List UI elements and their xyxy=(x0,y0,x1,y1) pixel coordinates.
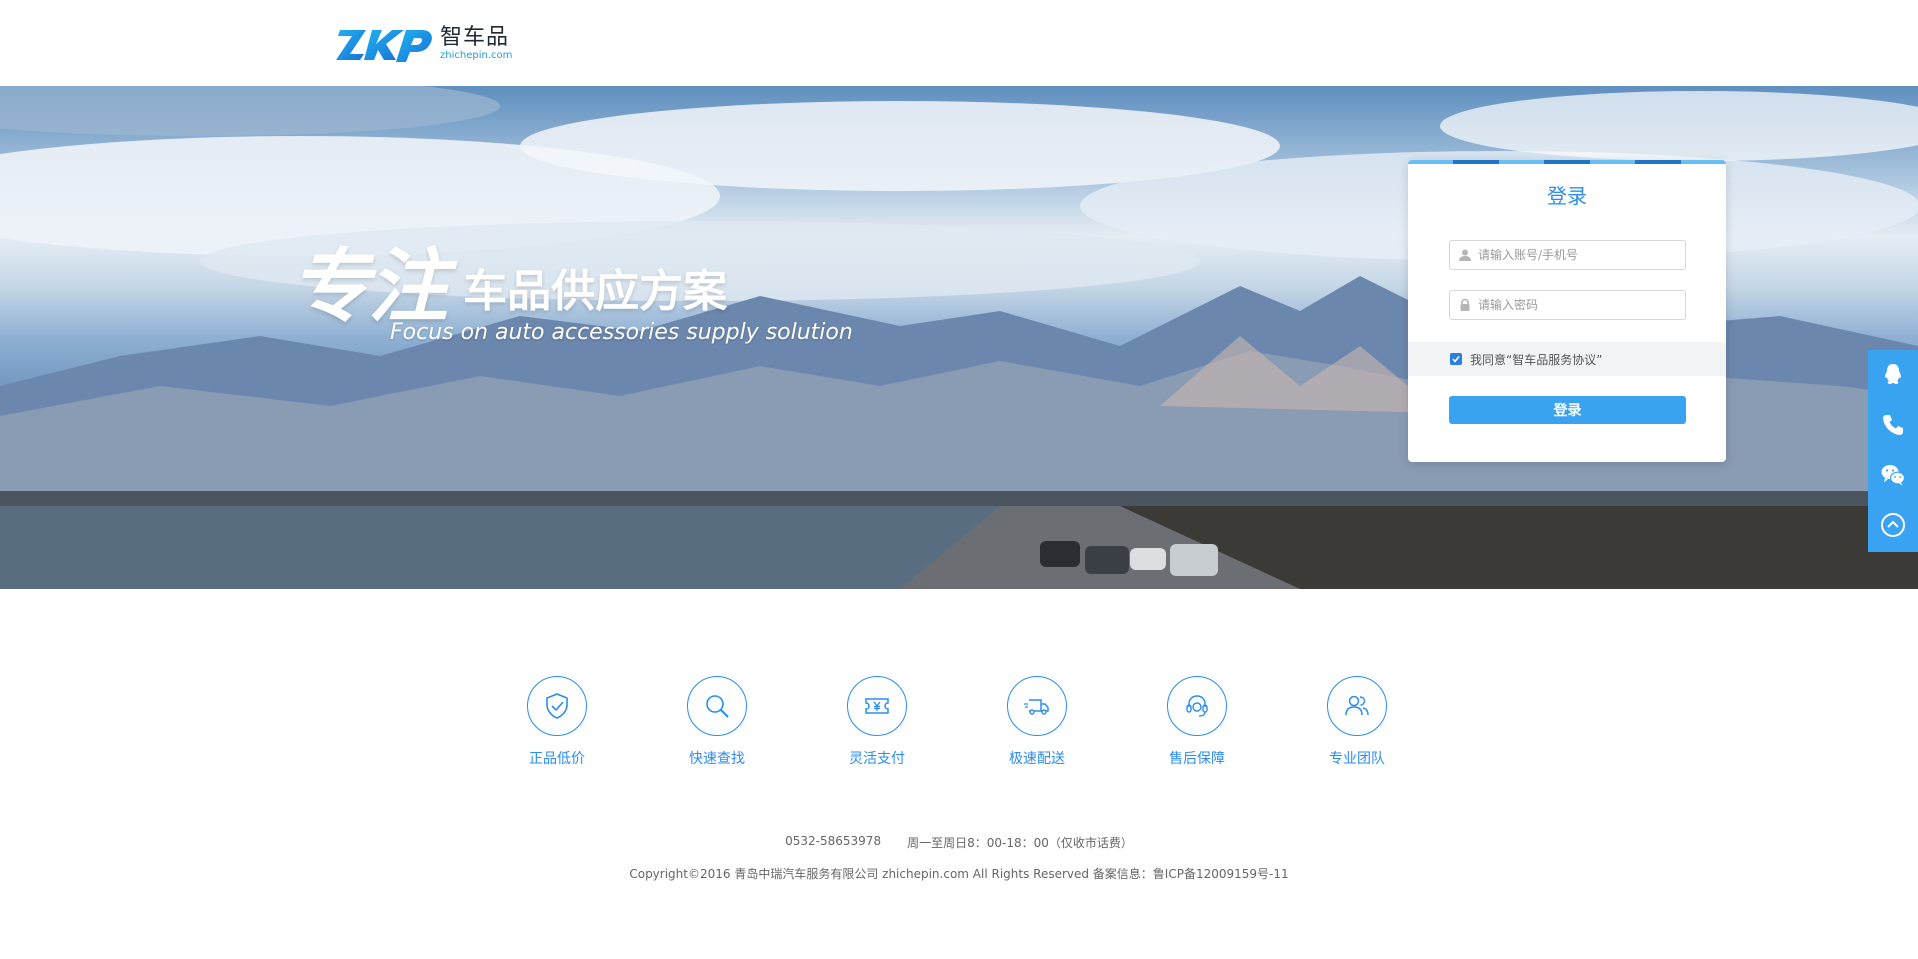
slogan-english: Focus on auto accessories supply solutio… xyxy=(390,320,853,345)
banner-slogan: 专注 车品供应方案 Focus on auto accessories supp… xyxy=(290,222,853,345)
team-icon xyxy=(1345,695,1369,716)
footer-phone: 0532-58653978 xyxy=(785,834,882,848)
account-field[interactable] xyxy=(1449,240,1686,270)
lock-icon xyxy=(1460,298,1470,311)
feature-icon-circle xyxy=(1007,676,1067,736)
feature-label: 灵活支付 xyxy=(849,751,905,767)
login-panel: 登录 我同意“智车品服务协议” 登录 xyxy=(1408,160,1726,462)
footer-hours: 周一至周日8：00-18：00（仅收市话费） xyxy=(907,836,1133,850)
yuan-ticket-icon xyxy=(865,698,889,714)
feature-label: 快速查找 xyxy=(689,751,745,767)
qq-button[interactable] xyxy=(1868,350,1918,400)
feature-icon-circle xyxy=(1327,676,1387,736)
login-button[interactable]: 登录 xyxy=(1449,396,1686,424)
feature-icon-circle xyxy=(1167,676,1227,736)
account-input[interactable] xyxy=(1478,248,1678,262)
feature-icon-circle xyxy=(847,676,907,736)
phone-button[interactable] xyxy=(1868,400,1918,450)
check-icon xyxy=(1452,356,1460,363)
logo-domain: zhichepin.com xyxy=(440,50,513,61)
feature-label: 售后保障 xyxy=(1169,751,1225,767)
shield-check-icon xyxy=(546,693,568,719)
agreement-text[interactable]: 我同意“智车品服务协议” xyxy=(1470,351,1602,368)
agree-checkbox[interactable] xyxy=(1450,353,1462,365)
feature-item: 极速配送 xyxy=(977,676,1097,768)
slogan-subtitle: 车品供应方案 xyxy=(463,266,728,317)
login-accent-bar xyxy=(1408,160,1726,164)
zkp-logo-icon xyxy=(336,30,432,62)
agreement-row: 我同意“智车品服务协议” xyxy=(1408,342,1726,376)
qq-icon xyxy=(1885,364,1901,384)
logo-brand-name: 智车品 xyxy=(440,25,510,50)
feature-item: 灵活支付 xyxy=(817,676,937,768)
password-input[interactable] xyxy=(1478,298,1678,312)
delivery-truck-icon xyxy=(1024,699,1049,715)
phone-icon xyxy=(1883,415,1903,435)
feature-item: 快速查找 xyxy=(657,676,777,768)
feature-label: 极速配送 xyxy=(1009,751,1065,767)
hero-banner: 专注 车品供应方案 Focus on auto accessories supp… xyxy=(0,86,1918,589)
feature-icon-circle xyxy=(687,676,747,736)
back-to-top-icon xyxy=(1881,513,1905,537)
headset-icon xyxy=(1186,695,1208,717)
user-icon xyxy=(1459,249,1471,261)
logo[interactable]: 智车品 zhichepin.com xyxy=(336,22,512,66)
back-to-top-button[interactable] xyxy=(1868,500,1918,550)
wechat-icon xyxy=(1881,465,1906,486)
floating-contact-bar xyxy=(1868,350,1918,552)
feature-icon-circle xyxy=(527,676,587,736)
footer-copyright: Copyright©2016 青岛中瑞汽车服务有限公司 zhichepin.co… xyxy=(629,867,1289,881)
feature-list: 正品低价 快速查找 灵活支付 极速配送 售后保障 专业团队 xyxy=(0,676,1918,768)
feature-label: 正品低价 xyxy=(529,751,585,767)
password-field[interactable] xyxy=(1449,290,1686,320)
header: 智车品 zhichepin.com xyxy=(0,0,1918,86)
search-icon xyxy=(706,695,729,718)
footer: 0532-58653978 周一至周日8：00-18：00（仅收市话费） Cop… xyxy=(0,834,1918,882)
feature-item: 售后保障 xyxy=(1137,676,1257,768)
feature-item: 专业团队 xyxy=(1297,676,1417,768)
wechat-button[interactable] xyxy=(1868,450,1918,500)
login-title: 登录 xyxy=(1547,184,1587,208)
feature-item: 正品低价 xyxy=(497,676,617,768)
feature-label: 专业团队 xyxy=(1329,751,1385,767)
